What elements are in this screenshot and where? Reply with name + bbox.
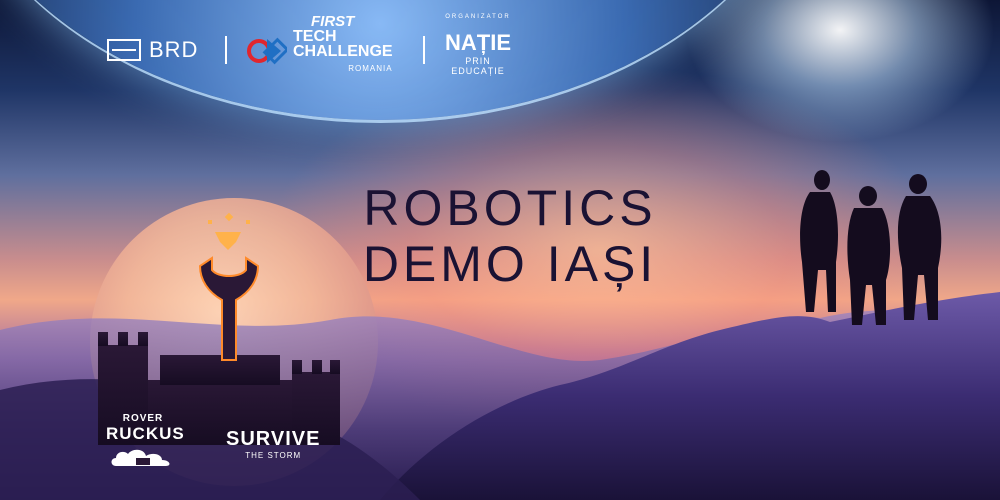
survive-main-text: SURVIVE bbox=[226, 428, 321, 450]
ftc-challenge-text: CHALLENGE bbox=[293, 43, 393, 60]
brd-logo: BRD bbox=[107, 37, 198, 63]
gem-icon bbox=[208, 212, 250, 250]
event-title-line-2: DEMO IAȘI bbox=[362, 236, 658, 292]
organizer-name: NAȚIE bbox=[445, 30, 511, 55]
ftc-country-text: ROMANIA bbox=[348, 64, 393, 73]
organizer-subtitle: PRIN EDUCAȚIE bbox=[451, 56, 505, 76]
brd-logo-text: BRD bbox=[149, 37, 199, 62]
event-title: ROBOTICS DEMO IAȘI bbox=[300, 180, 720, 292]
brd-mark-icon bbox=[107, 39, 141, 61]
ftc-logo: FIRST TECH CHALLENGE ROMANIA bbox=[247, 14, 393, 76]
logo-separator bbox=[423, 36, 425, 64]
rover-ruckus-top: ROVER bbox=[122, 413, 164, 424]
event-title-line-1: ROBOTICS bbox=[363, 180, 657, 236]
rover-ruckus-logo: ROVER RUCKUS bbox=[106, 413, 185, 475]
event-banner: BRD FIRST TECH CHALLENGE ROMANIA ORGANIZ… bbox=[0, 0, 1000, 500]
rover-cloud-icon bbox=[111, 449, 170, 466]
survive-sub-text: THE STORM bbox=[245, 451, 302, 460]
logo-separator bbox=[225, 36, 227, 64]
ftc-tech-text: TECH bbox=[293, 28, 337, 45]
organizer-label: ORGANIZATOR bbox=[445, 14, 511, 20]
ftc-mark-icon bbox=[247, 37, 287, 65]
survive-the-storm-logo: SURVIVE THE STORM bbox=[226, 428, 320, 460]
organizer-logo: ORGANIZATOR NAȚIE PRIN EDUCAȚIE bbox=[445, 14, 511, 76]
ftc-first-text: FIRST bbox=[311, 13, 355, 30]
three-people-silhouettes bbox=[800, 170, 942, 325]
rover-ruckus-main: RUCKUS bbox=[106, 424, 185, 443]
